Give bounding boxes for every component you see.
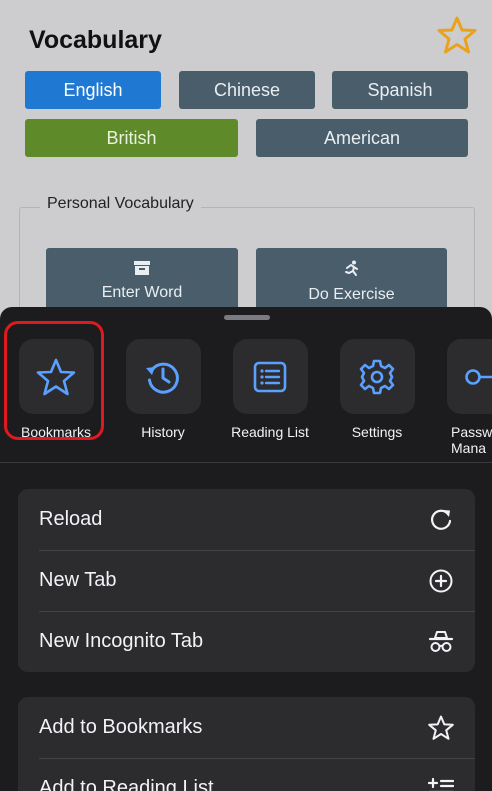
password-manager-shortcut[interactable]: Passw Mana (429, 339, 492, 456)
chinese-button[interactable]: Chinese (179, 71, 315, 109)
add-list-icon (428, 777, 454, 791)
spanish-button[interactable]: Spanish (332, 71, 468, 109)
new-tab-label: New Tab (39, 569, 117, 591)
highlight-annotation (4, 321, 104, 440)
reload-label: Reload (39, 508, 103, 530)
navigation-actions-group: Reload New Tab New Incognito Tab (18, 489, 475, 672)
american-button[interactable]: American (256, 119, 468, 157)
reading-list-label: Reading List (231, 424, 309, 440)
password-manager-label: Passw Mana (451, 424, 492, 456)
new-incognito-tab-row[interactable]: New Incognito Tab (18, 611, 475, 672)
reading-list-tile[interactable] (232, 339, 308, 414)
british-button[interactable]: British (25, 119, 238, 157)
reload-icon (430, 509, 452, 530)
history-shortcut[interactable]: History (108, 339, 218, 440)
reload-row[interactable]: Reload (18, 489, 475, 550)
incognito-icon (428, 631, 454, 652)
reading-list-shortcut[interactable]: Reading List (215, 339, 325, 440)
settings-shortcut[interactable]: Settings (322, 339, 432, 440)
sheet-grabber[interactable] (224, 315, 270, 320)
history-label: History (141, 424, 185, 440)
shortcuts-divider (0, 462, 492, 463)
background-page: Vocabulary English Chinese Spanish Briti… (0, 0, 492, 347)
key-icon (465, 368, 492, 385)
add-to-reading-list-row[interactable]: Add to Reading List (18, 758, 475, 791)
add-to-bookmarks-label: Add to Bookmarks (39, 716, 203, 738)
add-to-bookmarks-row[interactable]: Add to Bookmarks (18, 697, 475, 758)
settings-label: Settings (351, 424, 403, 440)
history-tile[interactable] (125, 339, 201, 414)
personal-vocabulary-label: Personal Vocabulary (40, 195, 201, 213)
browser-menu-sheet: Bookmarks History Reading List Settings … (0, 307, 492, 791)
english-button[interactable]: English (25, 71, 161, 109)
settings-tile[interactable] (339, 339, 415, 414)
new-tab-row[interactable]: New Tab (18, 550, 475, 611)
star-outline-icon (428, 715, 454, 740)
add-to-reading-list-label: Add to Reading List (39, 777, 214, 791)
plus-circle-icon (429, 569, 453, 593)
gear-icon (359, 359, 395, 394)
new-incognito-tab-label: New Incognito Tab (39, 630, 204, 652)
save-actions-group: Add to Bookmarks Add to Reading List (18, 697, 475, 791)
password-manager-tile[interactable] (446, 339, 492, 414)
page-title: Vocabulary (29, 26, 162, 54)
do-exercise-label: Do Exercise (308, 286, 395, 303)
star-icon[interactable] (437, 16, 477, 54)
running-icon (344, 260, 358, 276)
enter-word-label: Enter Word (101, 284, 183, 301)
reading-list-icon (253, 361, 287, 392)
archive-icon (134, 261, 150, 275)
history-icon (146, 362, 179, 394)
